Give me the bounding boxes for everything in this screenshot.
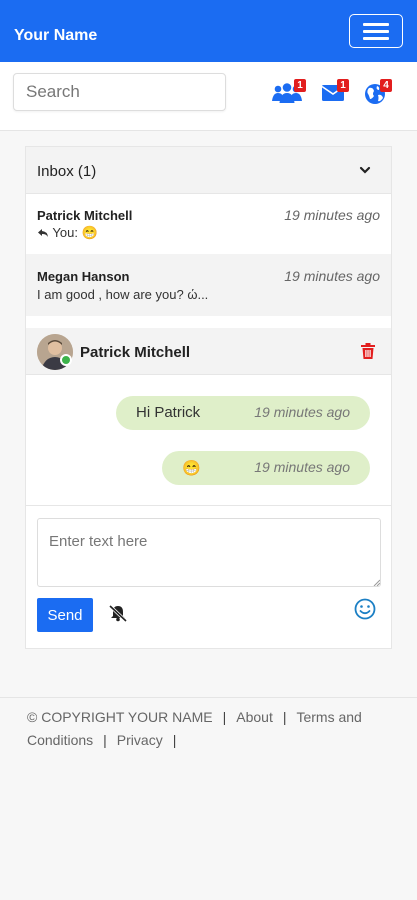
footer: © COPYRIGHT YOUR NAME | About | Terms and Co… <box>27 706 392 751</box>
preview-text: 😁 <box>81 225 98 240</box>
message-time: 19 minutes ago <box>254 404 350 420</box>
conversation-item[interactable]: Patrick Mitchell 19 minutes ago You: 😁 <box>26 195 391 257</box>
chat-contact-name: Patrick Mitchell <box>80 344 191 361</box>
preview-prefix: You: <box>52 225 78 240</box>
brand-title[interactable]: Your Name <box>14 27 97 45</box>
footer-separator: | <box>222 709 227 725</box>
message-bubble: 😁 19 minutes ago <box>162 451 370 485</box>
conversation-name: Patrick Mitchell <box>37 208 133 223</box>
message-text: Hi Patrick <box>136 404 201 421</box>
copyright-text: © COPYRIGHT YOUR NAME <box>27 709 213 725</box>
friends-notification-button[interactable]: 1 <box>272 79 306 104</box>
navbar: Your Name <box>0 0 417 62</box>
menu-icon <box>363 23 389 26</box>
footer-separator: | <box>282 709 287 725</box>
trash-icon[interactable] <box>361 343 375 359</box>
message-input[interactable] <box>37 518 381 587</box>
search-input[interactable] <box>13 73 226 111</box>
message-text: 😁 <box>182 460 201 477</box>
conversation-time: 19 minutes ago <box>284 207 380 223</box>
menu-icon <box>363 37 389 40</box>
resize-grip-icon[interactable] <box>373 579 380 586</box>
send-button[interactable]: Send <box>37 598 93 632</box>
conversation-item[interactable]: Megan Hanson 19 minutes ago I am good , … <box>26 254 391 316</box>
chevron-down-icon[interactable] <box>359 165 371 175</box>
conversation-name: Megan Hanson <box>37 269 130 284</box>
footer-divider <box>0 697 417 698</box>
footer-separator: | <box>172 731 177 748</box>
menu-icon <box>363 30 389 33</box>
message-time: 19 minutes ago <box>254 459 350 475</box>
messages-notification-button[interactable]: 1 <box>321 79 349 102</box>
smile-icon[interactable] <box>354 598 376 620</box>
chat-header: Patrick Mitchell <box>26 328 391 375</box>
online-status-dot <box>60 354 72 366</box>
friends-badge: 1 <box>294 79 306 92</box>
global-notification-button[interactable]: 4 <box>364 79 392 106</box>
conversation-preview: I am good , how are you? ώ... <box>37 287 209 302</box>
inbox-header[interactable]: Inbox (1) <box>26 147 391 194</box>
footer-separator: | <box>103 731 107 748</box>
bell-slash-icon[interactable] <box>108 604 128 622</box>
conversation-time: 19 minutes ago <box>284 268 380 284</box>
conversation-preview: You: 😁 <box>37 225 98 241</box>
messages-badge: 1 <box>337 79 349 92</box>
about-link[interactable]: About <box>236 709 273 725</box>
message-bubble: Hi Patrick 19 minutes ago <box>116 396 370 430</box>
privacy-link[interactable]: Privacy <box>117 732 163 748</box>
reply-icon <box>38 229 48 237</box>
top-toolbar: 1 1 4 <box>0 62 417 131</box>
global-badge: 4 <box>380 79 392 92</box>
inbox-title: Inbox (1) <box>37 163 97 180</box>
menu-toggle-button[interactable] <box>349 14 403 48</box>
composer-divider <box>26 505 391 506</box>
messages-card: Inbox (1) Patrick Mitchell 19 minutes ag… <box>25 146 392 649</box>
